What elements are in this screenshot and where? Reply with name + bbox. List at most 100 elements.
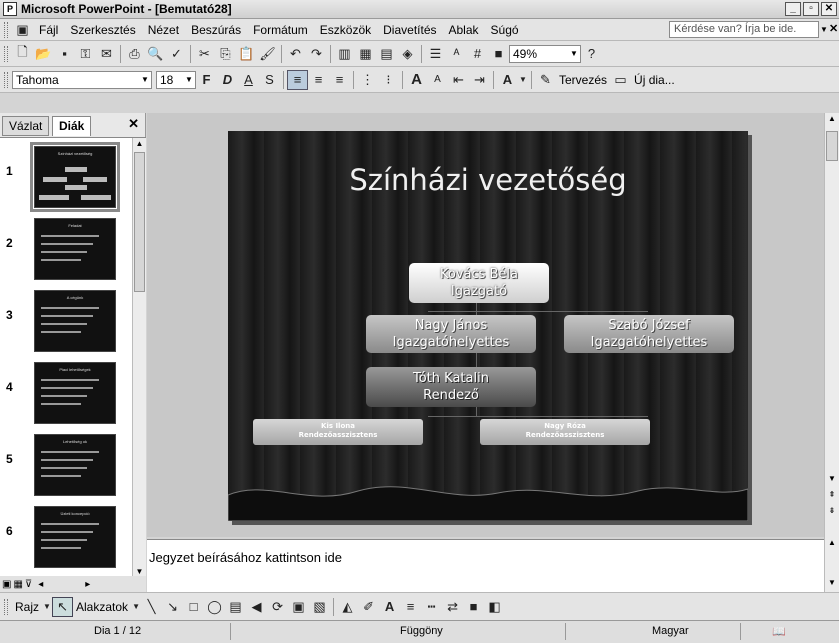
email-icon[interactable]: ✉: [96, 44, 117, 64]
spelling-status-icon[interactable]: 📖: [772, 625, 786, 638]
menu-view[interactable]: Nézet: [142, 23, 185, 37]
clip-art-icon[interactable]: ▣: [288, 597, 309, 617]
minimize-button[interactable]: _: [785, 2, 801, 16]
expand-all-icon[interactable]: ☰: [425, 44, 446, 64]
picture-icon[interactable]: ▧: [309, 597, 330, 617]
line-style-icon[interactable]: ≡: [400, 597, 421, 617]
scroll-down-icon[interactable]: ▼: [826, 577, 838, 589]
document-icon[interactable]: ▣: [12, 20, 33, 40]
slide-thumbnail[interactable]: Lehetőség ok: [34, 434, 116, 496]
design-button[interactable]: Tervezés: [556, 73, 610, 87]
tables-borders-icon[interactable]: ▤: [376, 44, 397, 64]
restore-button[interactable]: ▫: [803, 2, 819, 16]
decrease-font-icon[interactable]: A: [427, 70, 448, 90]
menu-slideshow[interactable]: Diavetítés: [377, 23, 442, 37]
align-right-icon[interactable]: ≡: [329, 70, 350, 90]
next-slide-icon[interactable]: ⇟: [826, 505, 838, 517]
arrow-icon[interactable]: ↘: [162, 597, 183, 617]
numbering-icon[interactable]: ⋮: [357, 70, 378, 90]
org-box-assistant-left[interactable]: Kis Ilona Rendezőasszisztens: [253, 419, 423, 445]
scroll-up-icon[interactable]: ▲: [826, 113, 838, 125]
org-box-deputy-right[interactable]: Szabó József Igazgatóhelyettes: [564, 315, 734, 353]
redo-icon[interactable]: ↷: [306, 44, 327, 64]
new-slide-icon[interactable]: ▭: [610, 70, 631, 90]
normal-view-icon[interactable]: ▣: [2, 579, 11, 590]
align-center-icon[interactable]: ≡: [308, 70, 329, 90]
fill-color-icon[interactable]: ◭: [337, 597, 358, 617]
menu-window[interactable]: Ablak: [443, 23, 485, 37]
draw-menu-button[interactable]: Rajz: [12, 600, 42, 614]
format-painter-icon[interactable]: 🖌: [257, 44, 278, 64]
scroll-up-icon[interactable]: ▲: [826, 537, 838, 549]
slide-title[interactable]: Színházi vezetőség: [228, 163, 748, 197]
bold-button[interactable]: F: [196, 70, 217, 90]
slide-canvas[interactable]: Színházi vezetőség Kovács Béla Igazgató …: [228, 131, 748, 521]
scrollbar-thumb[interactable]: [826, 131, 838, 161]
oval-icon[interactable]: ◯: [204, 597, 225, 617]
org-box-deputy-left[interactable]: Nagy János Igazgatóhelyettes: [366, 315, 536, 353]
shadow-button[interactable]: S: [259, 70, 280, 90]
tab-outline[interactable]: Vázlat: [2, 116, 50, 136]
3d-style-icon[interactable]: ◧: [484, 597, 505, 617]
copy-icon[interactable]: ⎘: [215, 44, 236, 64]
select-objects-icon[interactable]: ↖: [52, 596, 74, 617]
align-left-icon[interactable]: ≡: [287, 69, 308, 90]
close-window-button[interactable]: ✕: [821, 2, 837, 16]
menu-file[interactable]: Fájl: [33, 23, 64, 37]
decrease-indent-icon[interactable]: ⇤: [448, 70, 469, 90]
undo-icon[interactable]: ↶: [285, 44, 306, 64]
print-preview-icon[interactable]: 🔍: [145, 44, 166, 64]
font-color-icon[interactable]: A: [497, 70, 518, 90]
insert-chart-icon[interactable]: ▥: [334, 44, 355, 64]
permission-icon[interactable]: ⚿: [75, 44, 96, 64]
print-icon[interactable]: ⎙: [124, 44, 145, 64]
org-box-assistant-right[interactable]: Nagy Róza Rendezőasszisztens: [480, 419, 650, 445]
show-grid-icon[interactable]: #: [467, 44, 488, 64]
slide-sorter-icon[interactable]: ▦: [13, 579, 22, 590]
wordart-icon[interactable]: ◀: [246, 597, 267, 617]
slide-thumbnail[interactable]: Színházi vezetőség: [30, 142, 120, 212]
new-icon[interactable]: 🗋: [12, 44, 33, 64]
close-document-icon[interactable]: ✕: [829, 22, 839, 35]
open-icon[interactable]: 📂: [33, 44, 54, 64]
scroll-up-icon[interactable]: ▲: [134, 138, 145, 150]
show-formatting-icon[interactable]: ᴬ: [446, 44, 467, 64]
help-icon[interactable]: ?: [581, 44, 602, 64]
chevron-down-icon[interactable]: ▼: [42, 597, 52, 617]
slide-thumbnail[interactable]: Feladat: [34, 218, 116, 280]
spelling-icon[interactable]: ✓: [166, 44, 187, 64]
color-grayscale-icon[interactable]: ■: [488, 44, 509, 64]
paste-icon[interactable]: 📋: [236, 44, 257, 64]
menu-insert[interactable]: Beszúrás: [185, 23, 247, 37]
scroll-left-icon[interactable]: ◂: [38, 579, 43, 590]
menu-format[interactable]: Formátum: [247, 23, 314, 37]
text-box-icon[interactable]: ▤: [225, 597, 246, 617]
line-icon[interactable]: ╲: [141, 597, 162, 617]
powerpoint-app-icon[interactable]: P: [3, 2, 17, 16]
chevron-down-icon[interactable]: ▼: [131, 597, 141, 617]
increase-font-icon[interactable]: A: [406, 70, 427, 90]
notes-pane[interactable]: Jegyzet beírásához kattintson ide: [147, 539, 824, 592]
scrollbar-thumb[interactable]: [134, 152, 145, 292]
cut-icon[interactable]: ✂: [194, 44, 215, 64]
increase-indent-icon[interactable]: ⇥: [469, 70, 490, 90]
menu-edit[interactable]: Szerkesztés: [64, 23, 141, 37]
help-dropdown-icon[interactable]: ▼: [819, 22, 829, 37]
zoom-select[interactable]: 49% ▼: [509, 44, 581, 63]
menu-tools[interactable]: Eszközök: [314, 23, 377, 37]
insert-table-icon[interactable]: ▦: [355, 44, 376, 64]
scroll-right-icon[interactable]: ▸: [85, 579, 90, 590]
tab-slides[interactable]: Diák: [52, 116, 92, 136]
font-size-select[interactable]: 18 ▼: [156, 70, 196, 89]
scroll-down-icon[interactable]: ▼: [826, 473, 838, 485]
rectangle-icon[interactable]: □: [183, 597, 204, 617]
italic-button[interactable]: D: [217, 70, 238, 90]
slide-scrollbar[interactable]: ▲ ▼ ⇞ ⇟ ▲ ▼: [824, 113, 839, 592]
arrow-style-icon[interactable]: ⇄: [442, 597, 463, 617]
chevron-down-icon[interactable]: ▼: [518, 70, 528, 90]
underline-button[interactable]: A: [238, 70, 259, 90]
thumbnail-scrollbar[interactable]: ▲ ▼: [132, 138, 146, 577]
slideshow-icon[interactable]: ⊽: [25, 579, 32, 590]
previous-slide-icon[interactable]: ⇞: [826, 489, 838, 501]
font-color-icon[interactable]: A: [379, 597, 400, 617]
